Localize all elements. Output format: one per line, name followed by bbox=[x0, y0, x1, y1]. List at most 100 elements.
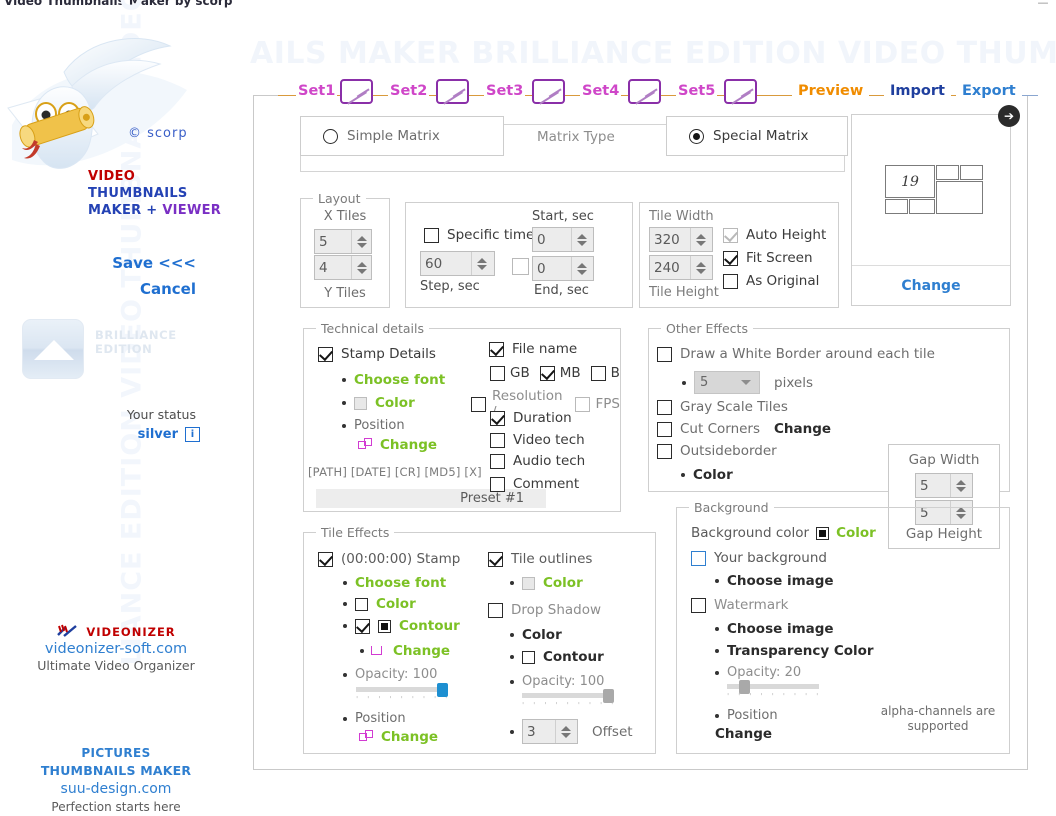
step-sec-stepper[interactable]: 60 bbox=[420, 251, 495, 276]
tile-outlines-color-row[interactable]: Color bbox=[510, 575, 583, 591]
size-units-row[interactable]: GB MB B bbox=[490, 365, 620, 381]
specific-time-checkbox[interactable] bbox=[424, 228, 439, 243]
te-contour-change-link[interactable]: Change bbox=[393, 643, 450, 659]
audio-tech-checkbox[interactable] bbox=[490, 454, 505, 469]
timecode-stamp-checkbox[interactable] bbox=[318, 552, 333, 567]
ds-contour-link[interactable]: Contour bbox=[543, 649, 604, 665]
video-tech-checkbox[interactable] bbox=[490, 433, 505, 448]
white-border-checkbox[interactable] bbox=[657, 347, 672, 362]
tile-height-stepper[interactable]: 240 bbox=[649, 255, 713, 280]
wm-choose-image-row[interactable]: Choose image bbox=[715, 621, 834, 637]
videonizer-ad[interactable]: VIDEONIZER videonizer-soft.com Ultimate … bbox=[0, 624, 232, 673]
file-name-checkbox[interactable] bbox=[489, 342, 504, 357]
outside-border-color-link[interactable]: Color bbox=[693, 467, 733, 483]
te-contour-swatch[interactable] bbox=[378, 620, 391, 633]
te-color-link[interactable]: Color bbox=[376, 596, 416, 612]
stamp-position-change-row[interactable]: Change bbox=[358, 437, 437, 453]
cut-corners-change-link[interactable]: Change bbox=[774, 421, 831, 437]
duration-row[interactable]: Duration bbox=[490, 410, 572, 426]
cancel-button[interactable]: Cancel bbox=[140, 280, 196, 298]
tile-width-stepper[interactable]: 320 bbox=[649, 227, 713, 252]
tile-height-value[interactable]: 240 bbox=[650, 256, 690, 279]
drop-shadow-row[interactable]: Drop Shadow bbox=[488, 602, 601, 618]
bg-choose-image-row[interactable]: Choose image bbox=[715, 573, 834, 589]
cut-corners-checkbox[interactable] bbox=[657, 422, 672, 437]
end-sec-stepper[interactable]: 0 bbox=[532, 256, 594, 281]
preview-change-button[interactable]: Change bbox=[852, 265, 1010, 305]
gray-scale-row[interactable]: Gray Scale Tiles bbox=[657, 399, 788, 415]
duration-checkbox[interactable] bbox=[490, 411, 505, 426]
tile-height-arrows[interactable] bbox=[690, 256, 710, 279]
gb-checkbox[interactable] bbox=[490, 366, 505, 381]
tab-import[interactable]: Import bbox=[884, 83, 951, 99]
outside-border-color-row[interactable]: Color bbox=[681, 467, 733, 483]
status-info-icon[interactable]: i bbox=[185, 427, 200, 442]
step-sec-value[interactable]: 60 bbox=[421, 252, 471, 275]
special-matrix-radio[interactable] bbox=[689, 129, 704, 144]
comment-checkbox[interactable] bbox=[490, 477, 505, 492]
tile-outlines-checkbox[interactable] bbox=[488, 552, 503, 567]
white-border-row[interactable]: Draw a White Border around each tile bbox=[657, 346, 935, 362]
te-choose-font-link[interactable]: Choose font bbox=[355, 575, 446, 591]
background-color-link[interactable]: Color bbox=[836, 525, 876, 541]
fit-screen-row[interactable]: Fit Screen bbox=[723, 250, 813, 266]
your-background-row[interactable]: Your background bbox=[691, 550, 827, 566]
ds-color-link[interactable]: Color bbox=[522, 627, 562, 643]
te-contour-row[interactable]: Contour bbox=[343, 618, 460, 634]
end-sec-checkbox[interactable] bbox=[512, 258, 529, 275]
simple-matrix-option[interactable]: Simple Matrix bbox=[300, 116, 504, 156]
y-tiles-value[interactable]: 4 bbox=[315, 256, 351, 279]
stamp-details-row[interactable]: Stamp Details bbox=[318, 346, 436, 362]
slider-knob[interactable] bbox=[739, 680, 750, 694]
wm-opacity-slider[interactable]: ' ' ' ' ' ' ' ' ' bbox=[727, 682, 822, 700]
end-sec-value[interactable]: 0 bbox=[533, 257, 571, 280]
resolution-checkbox[interactable] bbox=[471, 397, 486, 412]
auto-height-row[interactable]: Auto Height bbox=[723, 227, 826, 243]
te-position-change-row[interactable]: Change bbox=[359, 729, 438, 745]
tab-set5[interactable]: Set5 bbox=[676, 83, 717, 99]
tile-outlines-row[interactable]: Tile outlines bbox=[488, 551, 592, 567]
tab-set4-thumb-icon[interactable] bbox=[628, 79, 661, 104]
as-original-checkbox[interactable] bbox=[723, 274, 738, 289]
slider-knob[interactable] bbox=[437, 683, 448, 697]
stamp-color-swatch[interactable] bbox=[354, 397, 367, 410]
gap-width-arrows[interactable] bbox=[950, 474, 970, 497]
ds-offset-row[interactable]: 3 Offset bbox=[510, 719, 633, 744]
tab-set4[interactable]: Set4 bbox=[580, 83, 621, 99]
wm-position-change-link[interactable]: Change bbox=[715, 726, 772, 742]
drop-shadow-checkbox[interactable] bbox=[488, 603, 503, 618]
simple-matrix-radio[interactable] bbox=[323, 129, 338, 144]
te-color-row[interactable]: Color bbox=[343, 596, 416, 612]
tile-width-arrows[interactable] bbox=[690, 228, 710, 251]
comment-row[interactable]: Comment bbox=[490, 476, 579, 492]
stamp-color-row[interactable]: Color bbox=[342, 395, 415, 411]
your-background-checkbox[interactable] bbox=[691, 551, 706, 566]
start-sec-stepper[interactable]: 0 bbox=[532, 227, 594, 252]
timecode-stamp-row[interactable]: (00:00:00) Stamp bbox=[318, 551, 460, 567]
stamp-color-link[interactable]: Color bbox=[375, 395, 415, 411]
video-tech-row[interactable]: Video tech bbox=[490, 432, 585, 448]
fps-checkbox[interactable] bbox=[575, 397, 590, 412]
x-tiles-value[interactable]: 5 bbox=[315, 230, 351, 253]
ds-contour-row[interactable]: Contour bbox=[510, 649, 604, 665]
tab-export[interactable]: Export bbox=[956, 83, 1022, 99]
te-color-swatch[interactable] bbox=[355, 598, 368, 611]
x-tiles-stepper[interactable]: 5 bbox=[314, 229, 372, 254]
wm-choose-image-link[interactable]: Choose image bbox=[727, 621, 834, 637]
mb-checkbox[interactable] bbox=[540, 366, 555, 381]
cut-corners-row[interactable]: Cut Corners Change bbox=[657, 421, 831, 437]
end-sec-arrows[interactable] bbox=[571, 257, 591, 280]
gray-scale-checkbox[interactable] bbox=[657, 400, 672, 415]
matrix-preview-panel[interactable]: ➔ 19 Change bbox=[851, 114, 1011, 306]
start-sec-arrows[interactable] bbox=[571, 228, 591, 251]
border-pixels-select[interactable]: 5 bbox=[694, 371, 760, 394]
as-original-row[interactable]: As Original bbox=[723, 273, 819, 289]
stamp-position-change-link[interactable]: Change bbox=[380, 437, 437, 453]
tab-set3-thumb-icon[interactable] bbox=[532, 79, 565, 104]
auto-height-checkbox[interactable] bbox=[723, 228, 738, 243]
start-sec-value[interactable]: 0 bbox=[533, 228, 571, 251]
file-name-row[interactable]: File name bbox=[489, 341, 577, 357]
tile-width-value[interactable]: 320 bbox=[650, 228, 690, 251]
videonizer-url[interactable]: videonizer-soft.com bbox=[0, 641, 232, 657]
tab-set1[interactable]: Set1 bbox=[296, 83, 337, 99]
